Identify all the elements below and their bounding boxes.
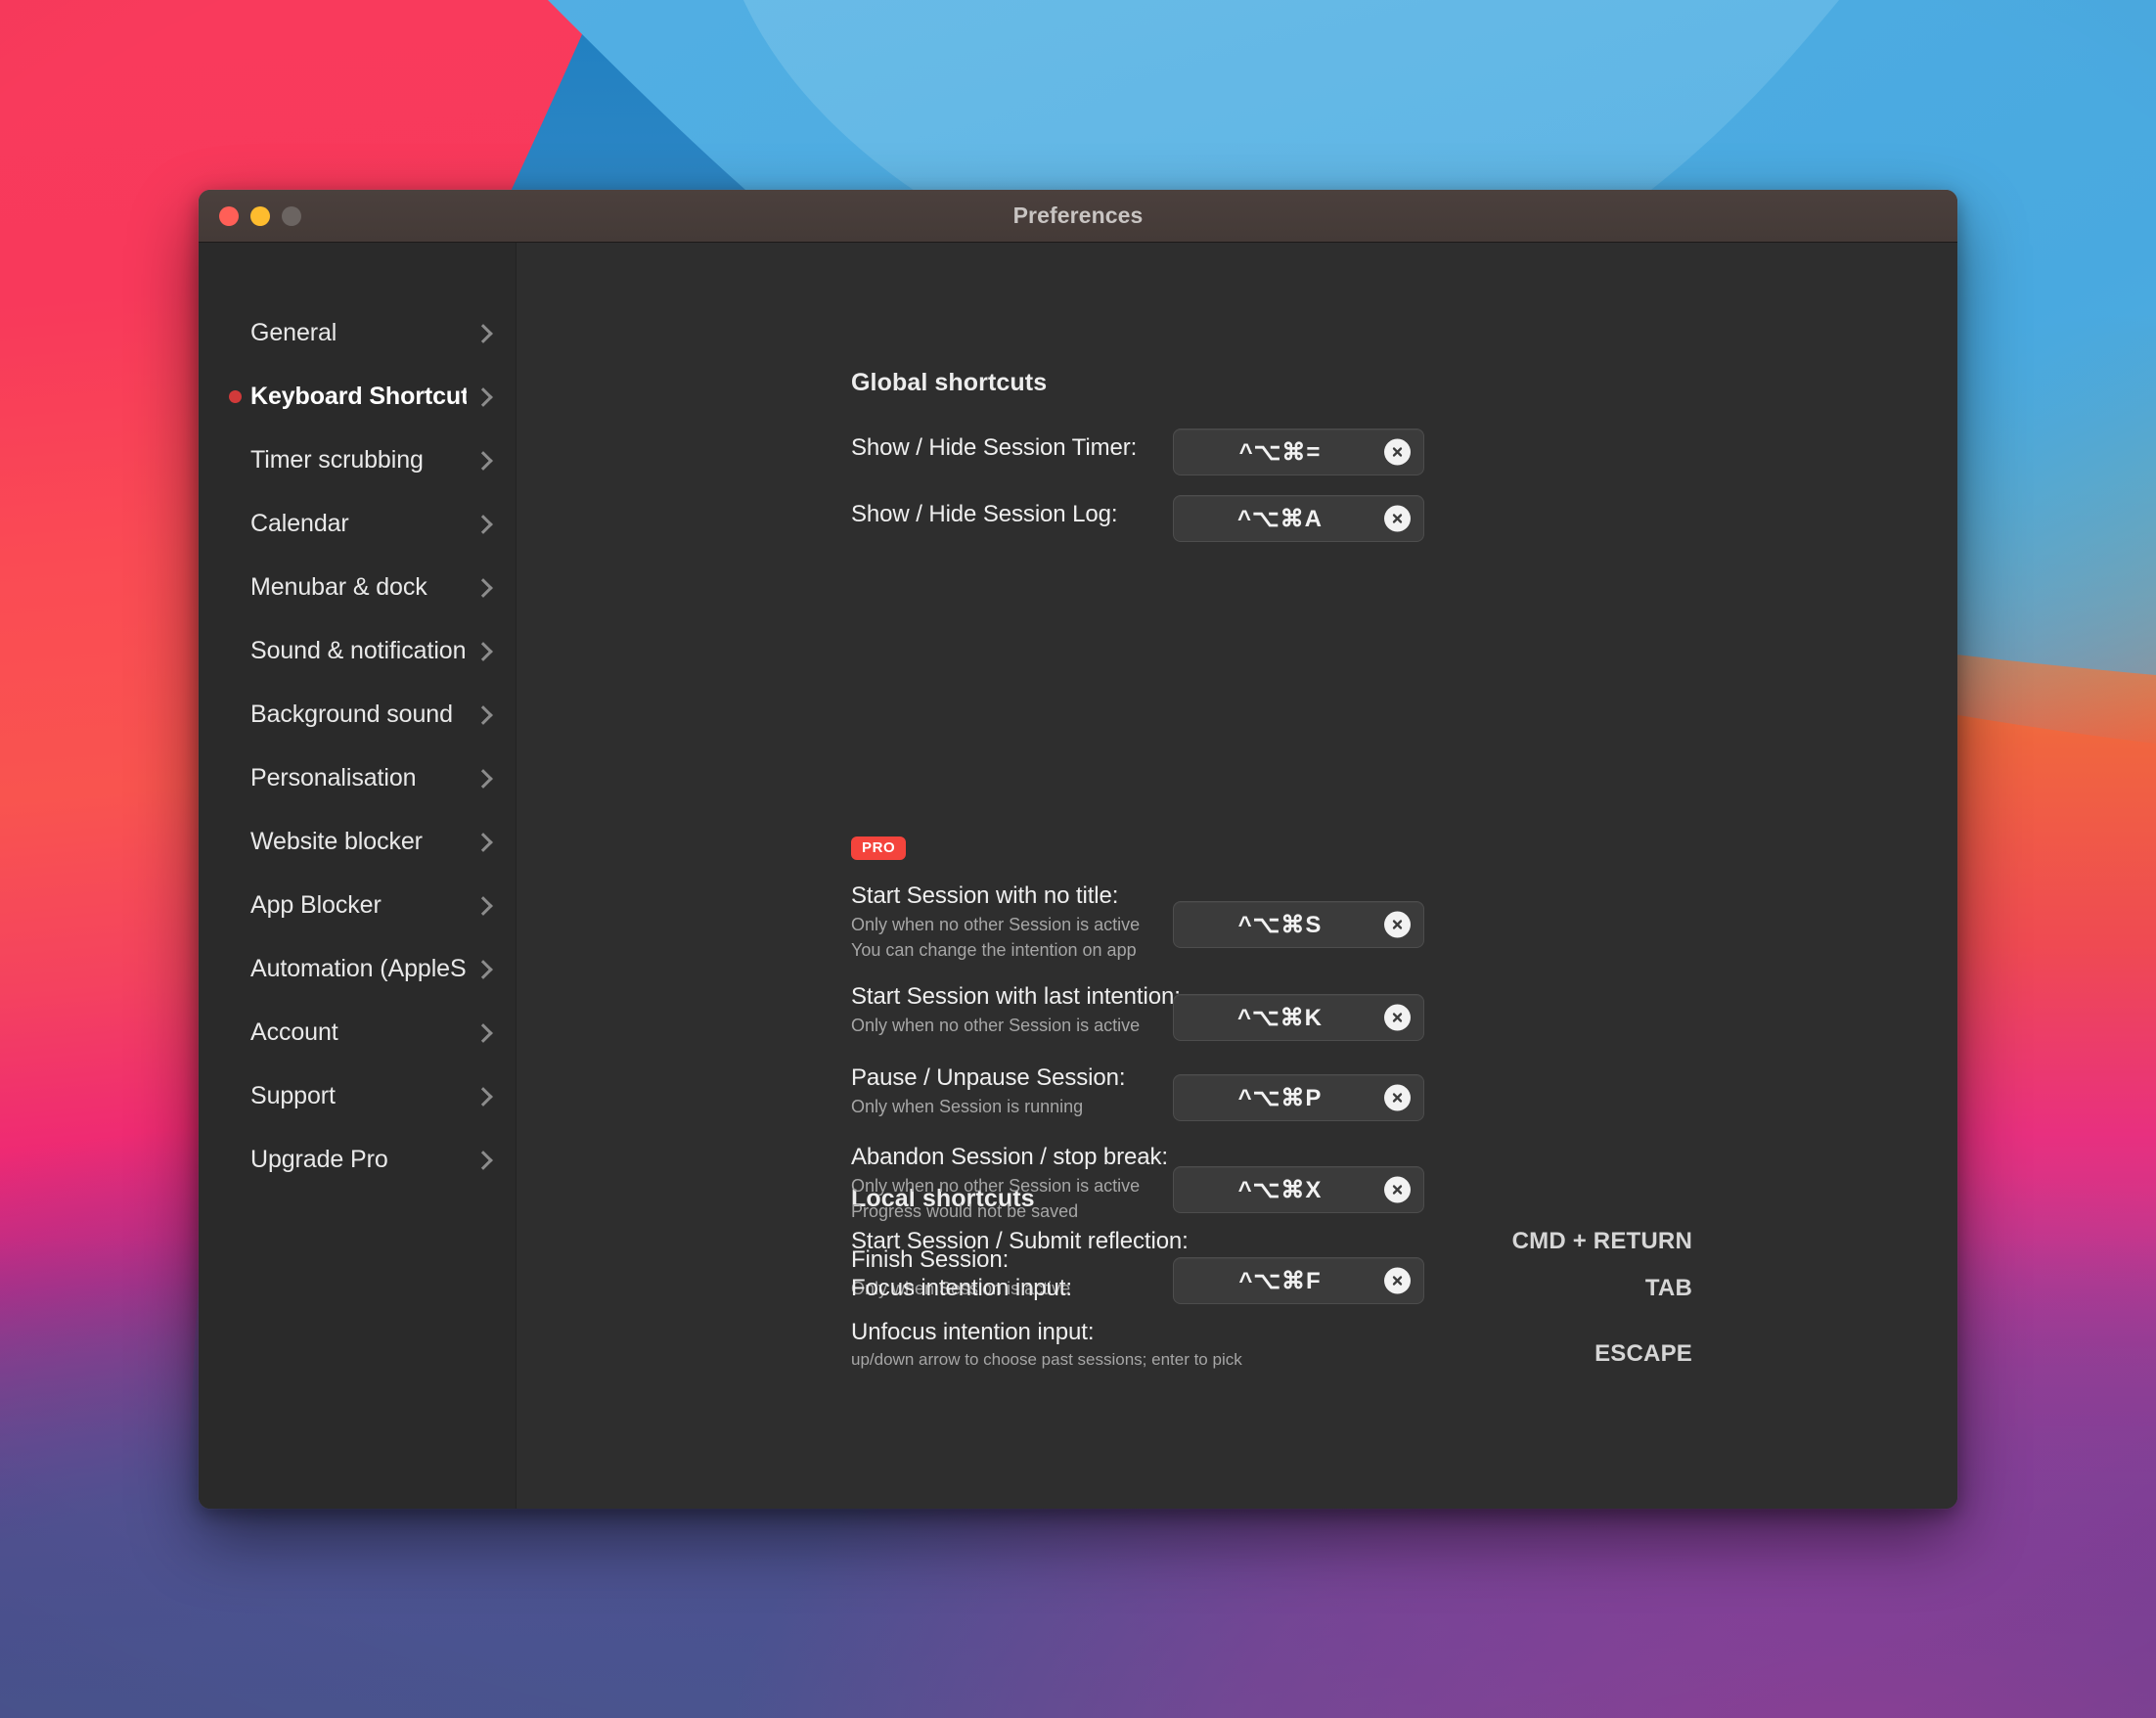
local-shortcut-value: ESCAPE: [1595, 1340, 1692, 1367]
zoom-button-icon[interactable]: [282, 205, 301, 226]
minimize-button-icon[interactable]: [250, 205, 270, 226]
chevron-right-icon: [472, 1086, 494, 1108]
chevron-right-icon: [472, 514, 494, 535]
preferences-window: Preferences General Keyboard Shortcut Time…: [199, 190, 1957, 1509]
sidebar-item-label: Website blocker: [250, 828, 423, 855]
sidebar-item-sound-notification[interactable]: Sound & notification: [199, 619, 516, 683]
sidebar-item-label: Menubar & dock: [250, 573, 427, 601]
global-shortcuts-heading: Global shortcuts: [851, 369, 1048, 396]
chevron-right-icon: [472, 577, 494, 599]
sidebar-item-label: App Blocker: [250, 891, 382, 919]
sidebar-item-label: Background sound: [250, 701, 453, 728]
shortcut-recorder-field[interactable]: ^⌥⌘A: [1173, 495, 1424, 542]
window-titlebar[interactable]: Preferences: [199, 190, 1957, 243]
shortcut-keys-value: ^⌥⌘P: [1237, 1084, 1323, 1111]
active-indicator-dot-icon: [229, 390, 242, 403]
sidebar-item-label: Support: [250, 1082, 336, 1109]
chevron-right-icon: [472, 450, 494, 472]
sidebar-item-account[interactable]: Account: [199, 1001, 516, 1064]
global-shortcut-label: Pause / Unpause Session:: [851, 1064, 1126, 1091]
clear-shortcut-icon[interactable]: [1384, 1267, 1411, 1294]
sidebar-item-personalisation[interactable]: Personalisation: [199, 746, 516, 810]
sidebar-item-calendar[interactable]: Calendar: [199, 492, 516, 556]
clear-shortcut-icon[interactable]: [1384, 1004, 1411, 1031]
shortcut-recorder-field[interactable]: ^⌥⌘X: [1173, 1166, 1424, 1213]
global-shortcut-label: Start Session with last intention:: [851, 983, 1181, 1010]
chevron-right-icon: [472, 386, 494, 408]
local-shortcut-subtext: up/down arrow to choose past sessions; e…: [851, 1350, 1242, 1369]
sidebar-item-automation-apples[interactable]: Automation (AppleS…: [199, 937, 516, 1001]
shortcut-keys-value: ^⌥⌘=: [1238, 438, 1322, 466]
preferences-content-pane: Global shortcuts PRO Local shortcuts Sho…: [517, 243, 1957, 1509]
sidebar-item-background-sound[interactable]: Background sound: [199, 683, 516, 746]
clear-shortcut-icon[interactable]: [1384, 505, 1411, 532]
sidebar-item-keyboard-shortcut[interactable]: Keyboard Shortcut: [199, 365, 516, 429]
sidebar-item-label: Account: [250, 1018, 338, 1046]
global-shortcut-subtext: Only when Session is running: [851, 1097, 1084, 1116]
shortcut-recorder-field[interactable]: ^⌥⌘P: [1173, 1074, 1424, 1121]
chevron-right-icon: [472, 704, 494, 726]
window-body: General Keyboard Shortcut Timer scrubbing C…: [199, 243, 1957, 1509]
local-shortcut-label: Focus intention input:: [851, 1275, 1072, 1301]
sidebar-item-timer-scrubbing[interactable]: Timer scrubbing: [199, 429, 516, 492]
traffic-light-group: [219, 190, 301, 242]
global-shortcut-label: Start Session with no title:: [851, 882, 1119, 909]
shortcut-keys-value: ^⌥⌘K: [1236, 1004, 1323, 1031]
sidebar-item-label: General: [250, 319, 337, 346]
sidebar-item-app-blocker[interactable]: App Blocker: [199, 874, 516, 937]
chevron-right-icon: [472, 323, 494, 344]
chevron-right-icon: [472, 641, 494, 662]
chevron-right-icon: [472, 959, 494, 980]
shortcut-keys-value: ^⌥⌘A: [1236, 505, 1323, 532]
chevron-right-icon: [472, 1150, 494, 1171]
sidebar-item-support[interactable]: Support: [199, 1064, 516, 1128]
sidebar-item-label: Timer scrubbing: [250, 446, 424, 474]
sidebar-item-general[interactable]: General: [199, 301, 516, 365]
sidebar-item-label: Keyboard Shortcut: [250, 383, 467, 410]
shortcut-recorder-field[interactable]: ^⌥⌘=: [1173, 429, 1424, 475]
shortcut-keys-value: ^⌥⌘S: [1237, 911, 1323, 938]
pro-badge: PRO: [851, 836, 907, 860]
shortcut-keys-value: ^⌥⌘F: [1238, 1267, 1322, 1294]
shortcut-recorder-field[interactable]: ^⌥⌘S: [1173, 901, 1424, 948]
clear-shortcut-icon[interactable]: [1384, 1084, 1411, 1111]
preferences-sidebar: General Keyboard Shortcut Timer scrubbing C…: [199, 243, 517, 1509]
local-shortcut-value: TAB: [1644, 1275, 1692, 1301]
sidebar-item-label: Upgrade Pro: [250, 1146, 388, 1173]
sidebar-item-label: Calendar: [250, 510, 349, 537]
global-shortcut-subtext: You can change the intention on app: [851, 940, 1137, 960]
global-shortcut-subtext: Progress would not be saved: [851, 1201, 1079, 1221]
sidebar-item-label: Automation (AppleS…: [250, 955, 467, 982]
sidebar-item-label: Personalisation: [250, 764, 417, 791]
clear-shortcut-icon[interactable]: [1384, 438, 1411, 466]
global-shortcut-label: Show / Hide Session Log:: [851, 501, 1118, 527]
shortcut-keys-value: ^⌥⌘X: [1237, 1176, 1323, 1203]
sidebar-item-website-blocker[interactable]: Website blocker: [199, 810, 516, 874]
chevron-right-icon: [472, 895, 494, 917]
shortcut-recorder-field[interactable]: ^⌥⌘K: [1173, 994, 1424, 1041]
sidebar-item-upgrade-pro[interactable]: Upgrade Pro: [199, 1128, 516, 1192]
sidebar-item-menubar-dock[interactable]: Menubar & dock: [199, 556, 516, 619]
chevron-right-icon: [472, 1022, 494, 1044]
global-shortcut-subtext: Only when no other Session is active: [851, 1016, 1141, 1035]
global-shortcut-subtext: Only when no other Session is active: [851, 915, 1141, 934]
clear-shortcut-icon[interactable]: [1384, 911, 1411, 938]
global-shortcut-subtext: Only when no other Session is active: [851, 1176, 1141, 1196]
local-shortcut-value: CMD + RETURN: [1511, 1228, 1692, 1254]
close-button-icon[interactable]: [219, 205, 239, 226]
sidebar-item-label: Sound & notification: [250, 637, 467, 664]
clear-shortcut-icon[interactable]: [1384, 1176, 1411, 1203]
chevron-right-icon: [472, 832, 494, 853]
shortcut-recorder-field[interactable]: ^⌥⌘F: [1173, 1257, 1424, 1304]
global-shortcut-label: Show / Hide Session Timer:: [851, 434, 1138, 461]
chevron-right-icon: [472, 768, 494, 790]
window-title: Preferences: [1012, 203, 1144, 228]
global-shortcut-label: Abandon Session / stop break:: [851, 1144, 1168, 1170]
local-shortcut-label: Start Session / Submit reflection:: [851, 1228, 1189, 1254]
local-shortcut-label: Unfocus intention input:: [851, 1319, 1095, 1345]
desktop-wallpaper: Preferences General Keyboard Shortcut Time…: [0, 0, 2156, 1718]
